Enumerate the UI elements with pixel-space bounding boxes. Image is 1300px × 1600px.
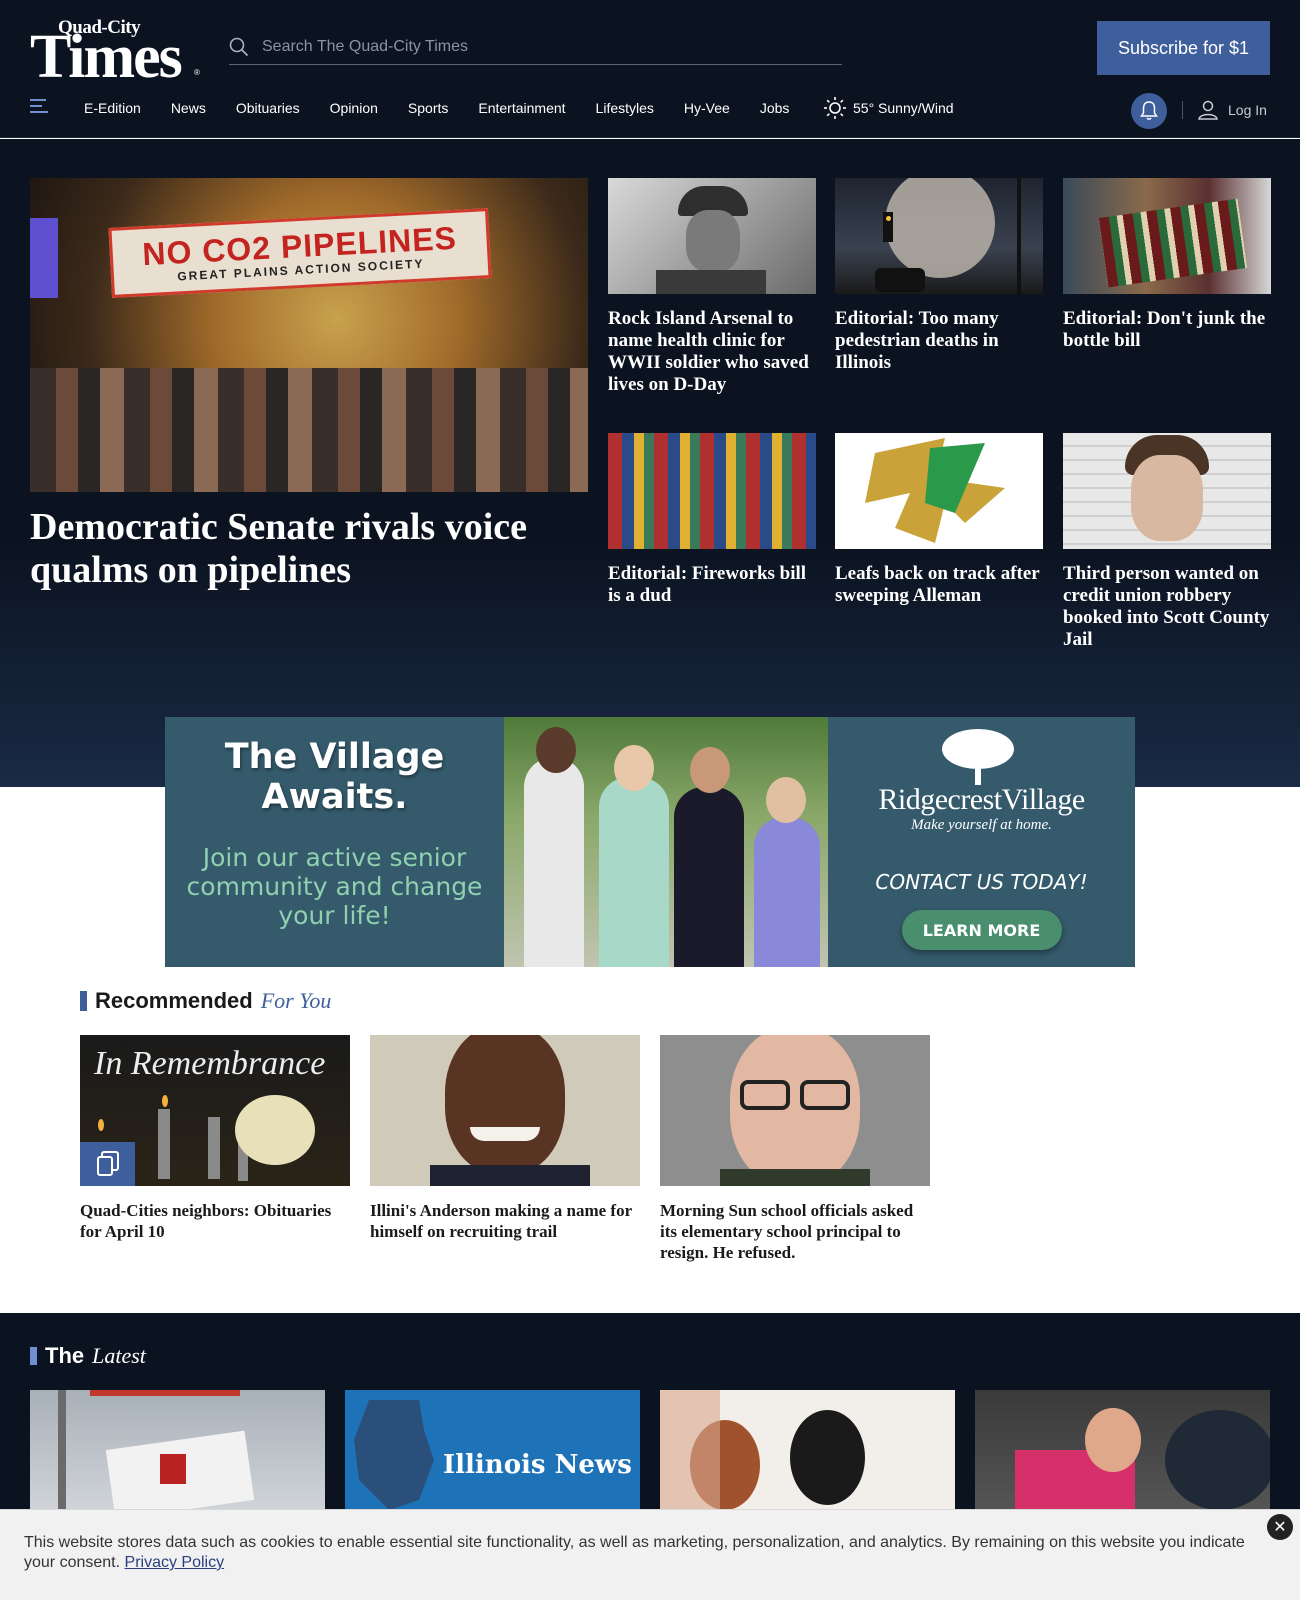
story-headline[interactable]: Third person wanted on credit union robb… [1063,563,1271,651]
recommended-heading: Recommended For You [80,988,331,1014]
nav-item-sports[interactable]: Sports [408,100,448,116]
logo-registered-mark: ® [194,68,200,77]
latest-thumbnail[interactable] [30,1390,325,1510]
main-nav: E-Edition News Obituaries Opinion Sports… [84,100,819,116]
nav-item-news[interactable]: News [171,100,206,116]
recommended-headline[interactable]: Illini's Anderson making a name for hims… [370,1200,640,1242]
story-headline[interactable]: Rock Island Arsenal to name health clini… [608,308,816,396]
latest-thumbnail[interactable]: Illinois News [345,1390,640,1510]
recommended-card[interactable]: Illini's Anderson making a name for hims… [370,1035,640,1242]
hamburger-menu-icon[interactable] [30,99,52,115]
weather-text: 55° Sunny/Wind [853,100,954,116]
recommended-thumbnail[interactable] [660,1035,930,1186]
story-thumbnail[interactable] [835,433,1043,549]
story-card[interactable]: Editorial: Fireworks bill is a dud [608,433,816,607]
story-thumbnail[interactable] [608,433,816,549]
ad-left-panel: The Village Awaits. Join our active seni… [165,717,504,967]
latest-heading: The Latest [30,1343,146,1369]
subscribe-button[interactable]: Subscribe for $1 [1097,21,1270,75]
nav-item-jobs[interactable]: Jobs [760,100,790,116]
ad-right-panel: RidgecrestVillage Make yourself at home.… [828,717,1135,967]
protest-banner: NO CO2 PIPELINES GREAT PLAINS ACTION SOC… [108,208,492,298]
close-icon[interactable]: ✕ [1267,1514,1293,1540]
gallery-icon[interactable] [80,1142,135,1186]
notifications-button[interactable] [1131,93,1167,129]
story-thumbnail[interactable] [835,178,1043,294]
remembrance-text: In Remembrance [94,1045,326,1082]
cookie-consent-bar: This website stores data such as cookies… [0,1509,1300,1600]
recommended-thumbnail[interactable] [370,1035,640,1186]
story-card[interactable]: Rock Island Arsenal to name health clini… [608,178,816,396]
ad-contact: CONTACT US TODAY! [875,870,1088,894]
logo-big-text: Times [30,23,183,91]
tree-logo-icon [942,729,1014,785]
latest-thumbnail[interactable] [660,1390,955,1510]
ad-photo [504,717,828,967]
latest-thumbnail[interactable] [975,1390,1270,1510]
ad-tagline: Make yourself at home. [911,817,1052,833]
nav-item-e-edition[interactable]: E-Edition [84,100,141,116]
story-card[interactable]: Leafs back on track after sweeping Allem… [835,433,1043,607]
site-logo[interactable]: Quad-City Times ® [30,18,202,88]
story-card[interactable]: Editorial: Too many pedestrian deaths in… [835,178,1043,374]
user-icon [1198,100,1218,120]
story-thumbnail[interactable] [608,178,816,294]
lead-story-image[interactable]: NO CO2 PIPELINES GREAT PLAINS ACTION SOC… [30,178,588,492]
ad-subtext: Join our active senior community and cha… [186,843,483,930]
story-headline[interactable]: Leafs back on track after sweeping Allem… [835,563,1043,607]
leafs-logo-icon [865,438,1005,543]
ad-brand: RidgecrestVillage [878,783,1085,816]
login-link[interactable]: Log In [1198,100,1267,120]
cookie-text: This website stores data such as cookies… [24,1534,1245,1571]
nav-item-lifestyles[interactable]: Lifestyles [596,100,654,116]
story-card[interactable]: Third person wanted on credit union robb… [1063,433,1271,651]
ad-headline: The Village Awaits. [224,737,445,817]
story-card[interactable]: Editorial: Don't junk the bottle bill [1063,178,1271,352]
weather-widget[interactable]: 55° Sunny/Wind [823,96,954,120]
story-headline[interactable]: Editorial: Too many pedestrian deaths in… [835,308,1043,374]
recommended-thumbnail[interactable]: In Remembrance [80,1035,350,1186]
lead-story-headline[interactable]: Democratic Senate rivals voice qualms on… [30,506,590,592]
nav-item-entertainment[interactable]: Entertainment [478,100,565,116]
story-headline[interactable]: Editorial: Fireworks bill is a dud [608,563,816,607]
nav-item-hy-vee[interactable]: Hy-Vee [684,100,730,116]
nav-item-obituaries[interactable]: Obituaries [236,100,300,116]
search-bar [229,30,842,65]
illinois-news-label: Illinois News [443,1450,632,1480]
recommended-card[interactable]: Morning Sun school officials asked its e… [660,1035,930,1263]
audience-crowd [30,368,588,492]
heading-accent-bar [80,991,87,1011]
story-headline[interactable]: Editorial: Don't junk the bottle bill [1063,308,1271,352]
sun-icon [824,97,846,119]
story-thumbnail[interactable] [1063,178,1271,294]
bell-icon [1140,101,1158,120]
search-icon[interactable] [229,37,249,57]
illinois-map-icon [354,1400,434,1510]
recommended-headline[interactable]: Quad-Cities neighbors: Obituaries for Ap… [80,1200,350,1242]
privacy-policy-link[interactable]: Privacy Policy [125,1554,225,1571]
search-input[interactable] [262,34,822,60]
heading-accent-bar [30,1347,37,1365]
login-label: Log In [1228,102,1267,118]
recommended-headline[interactable]: Morning Sun school officials asked its e… [660,1200,930,1263]
nav-item-opinion[interactable]: Opinion [330,100,378,116]
recommended-card[interactable]: In Remembrance Quad-Cities neighbors: Ob… [80,1035,350,1242]
story-thumbnail[interactable] [1063,433,1271,549]
header-divider [1182,101,1183,119]
learn-more-button[interactable]: LEARN MORE [901,910,1062,950]
advertisement-banner[interactable]: The Village Awaits. Join our active seni… [165,717,1135,967]
